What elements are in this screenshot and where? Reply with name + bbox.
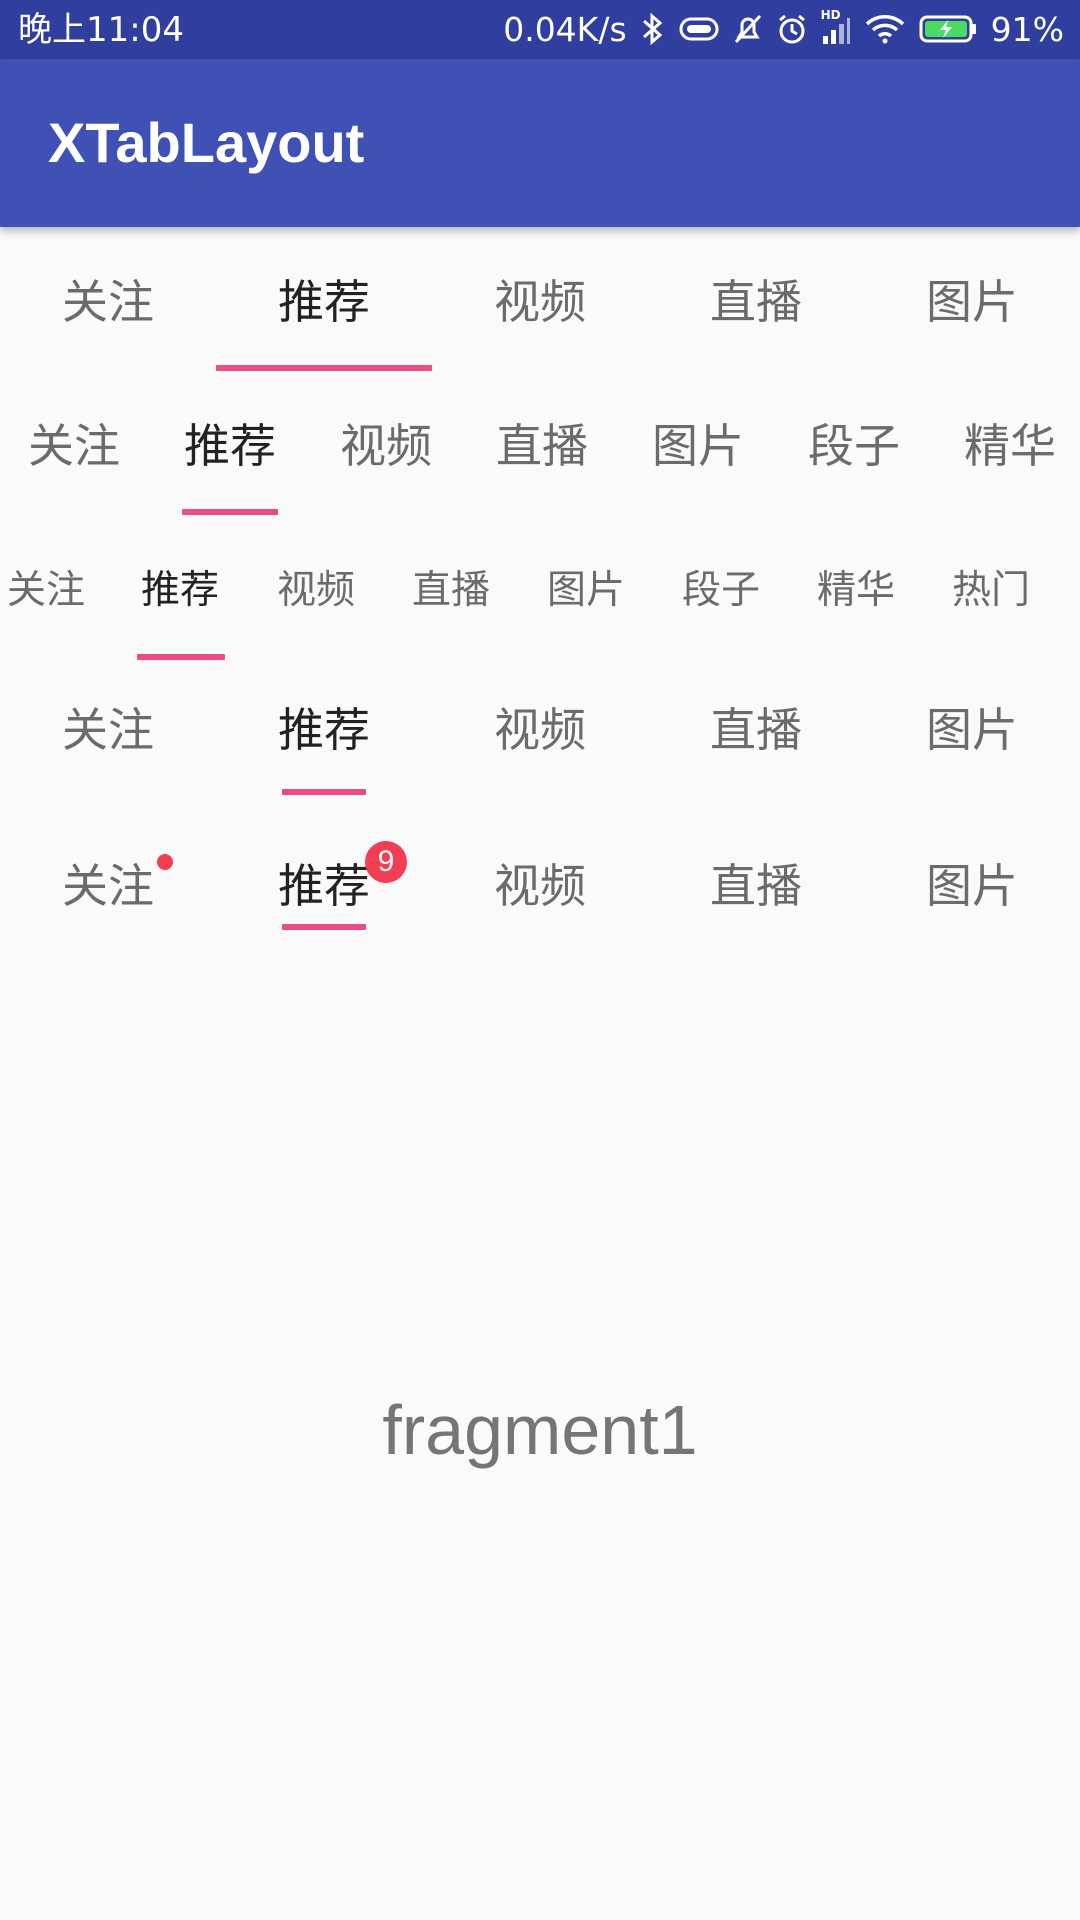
hd-label: HD <box>820 8 841 22</box>
tab-recommend[interactable]: 推荐 <box>216 698 432 762</box>
tab-picture[interactable]: 图片 <box>540 563 632 619</box>
tab-essence[interactable]: 精华 <box>810 563 902 619</box>
battery-saver-icon <box>679 16 719 42</box>
tab-indicator <box>137 654 225 660</box>
battery-icon <box>919 14 977 44</box>
tab-picture[interactable]: 图片 <box>864 698 1080 762</box>
tab-row-1: 关注 推荐 视频 直播 图片 <box>0 270 1080 371</box>
tab-row-3: 关注 推荐 视频 直播 图片 段子 精华 热门 <box>0 563 1080 663</box>
tab-live[interactable]: 直播 <box>648 698 864 762</box>
tab-follow[interactable]: 关注 <box>0 414 148 478</box>
tab-video[interactable]: 视频 <box>432 698 648 762</box>
tab-video[interactable]: 视频 <box>312 414 460 478</box>
badge-dot <box>157 854 173 870</box>
tab-follow[interactable]: 关注 <box>0 563 92 619</box>
signal-icon: HD <box>821 8 851 46</box>
tab-follow[interactable]: 关注 <box>0 854 216 918</box>
tab-jokes[interactable]: 段子 <box>675 563 767 619</box>
bluetooth-icon <box>641 12 665 46</box>
tab-video[interactable]: 视频 <box>270 563 362 619</box>
battery-percent: 91% <box>990 9 1064 49</box>
badge-count: 9 <box>365 841 407 883</box>
tab-follow[interactable]: 关注 <box>0 698 216 762</box>
tab-picture[interactable]: 图片 <box>864 270 1080 334</box>
tab-live[interactable]: 直播 <box>405 563 497 619</box>
tab-recommend[interactable]: 推荐 <box>216 270 432 334</box>
status-bar: 晚上11:04 0.04K/s HD 91% <box>0 0 1080 59</box>
status-time: 晚上11:04 <box>18 10 184 50</box>
tab-live[interactable]: 直播 <box>468 414 616 478</box>
tab-follow[interactable]: 关注 <box>0 270 216 334</box>
network-speed: 0.04K/s <box>503 9 627 49</box>
tab-video[interactable]: 视频 <box>432 270 648 334</box>
tab-live[interactable]: 直播 <box>648 854 864 918</box>
app-bar: XTabLayout <box>0 59 1080 227</box>
wifi-icon <box>865 14 905 44</box>
tab-picture[interactable]: 图片 <box>624 414 772 478</box>
tab-indicator <box>282 924 366 930</box>
tab-essence[interactable]: 精华 <box>936 414 1080 478</box>
tab-jokes[interactable]: 段子 <box>780 414 928 478</box>
tab-video[interactable]: 视频 <box>432 854 648 918</box>
tab-indicator <box>182 509 278 515</box>
fragment-label: fragment1 <box>382 1391 698 1469</box>
mute-icon <box>733 13 763 45</box>
status-icons: 0.04K/s HD 91% <box>503 8 1064 50</box>
tab-indicator <box>216 365 432 371</box>
app-title: XTabLayout <box>48 111 365 174</box>
tab-hot[interactable]: 热门 <box>945 563 1037 619</box>
tab-recommend[interactable]: 推荐 <box>156 414 304 478</box>
tab-row-5: 关注 推荐 9 视频 直播 图片 <box>0 841 1080 934</box>
tab-row-2: 关注 推荐 视频 直播 图片 段子 精华 <box>0 414 1080 515</box>
tab-picture[interactable]: 图片 <box>864 854 1080 918</box>
tab-recommend[interactable]: 推荐 <box>134 563 226 619</box>
tab-indicator <box>282 789 366 795</box>
tab-live[interactable]: 直播 <box>648 270 864 334</box>
tab-row-4: 关注 推荐 视频 直播 图片 <box>0 698 1080 798</box>
alarm-icon <box>777 13 807 45</box>
